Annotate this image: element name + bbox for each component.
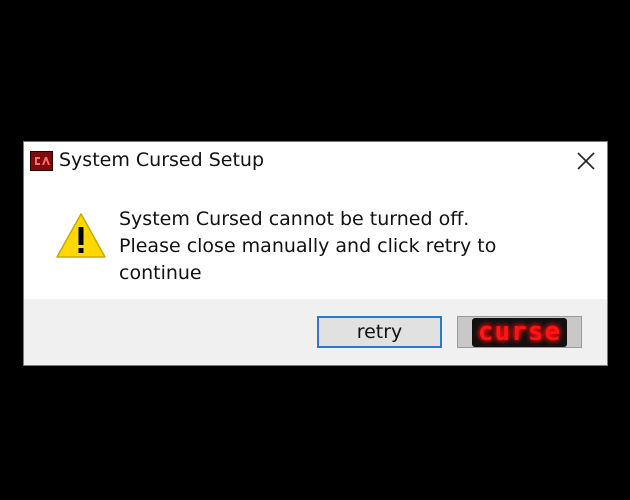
retry-button[interactable]: retry <box>317 316 442 348</box>
title-bar[interactable]: System Cursed Setup <box>24 142 607 180</box>
close-button[interactable] <box>572 148 600 174</box>
app-icon <box>30 151 53 171</box>
window-title: System Cursed Setup <box>59 149 265 171</box>
message-text: System Cursed cannot be turned off. Plea… <box>119 206 589 287</box>
warning-icon <box>56 213 106 258</box>
close-icon <box>577 152 595 170</box>
curse-button-label: curse <box>471 317 568 347</box>
curse-button[interactable]: curse <box>457 316 582 348</box>
button-bar: retry curse <box>24 299 607 365</box>
message-line: continue <box>119 262 202 284</box>
message-line: System Cursed cannot be turned off. <box>119 208 470 230</box>
message-line: Please close manually and click retry to <box>119 235 497 257</box>
setup-dialog: System Cursed Setup System Cursed cannot… <box>23 141 608 366</box>
dialog-content: System Cursed cannot be turned off. Plea… <box>24 180 607 301</box>
